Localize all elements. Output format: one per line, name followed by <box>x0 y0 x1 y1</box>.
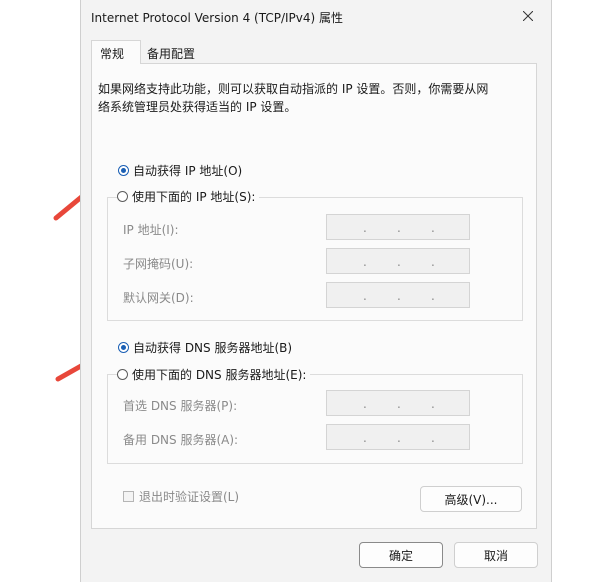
manual-dns-group <box>107 374 523 464</box>
validate-on-exit-label: 退出时验证设置(L) <box>139 490 240 504</box>
alternate-dns-label: 备用 DNS 服务器(A): <box>123 433 239 447</box>
preferred-dns-label: 首选 DNS 服务器(P): <box>123 399 238 413</box>
radio-manual-dns[interactable]: 使用下面的 DNS 服务器地址(E): <box>117 366 311 383</box>
title-bar: Internet Protocol Version 4 (TCP/IPv4) 属… <box>81 0 551 32</box>
radio-auto-dns[interactable]: 自动获得 DNS 服务器地址(B) <box>118 339 292 356</box>
ok-button[interactable]: 确定 <box>359 542 443 568</box>
subnet-mask-label: 子网掩码(U): <box>123 257 194 271</box>
radio-auto-dns-label: 自动获得 DNS 服务器地址(B) <box>133 341 293 355</box>
radio-auto-ip-indicator <box>118 165 129 176</box>
tab-general[interactable]: 常规 <box>91 40 141 64</box>
radio-manual-dns-indicator <box>117 369 128 380</box>
advanced-button[interactable]: 高级(V)... <box>420 486 522 512</box>
radio-manual-ip-indicator <box>117 191 128 202</box>
window-title: Internet Protocol Version 4 (TCP/IPv4) 属… <box>91 11 344 25</box>
close-button[interactable] <box>505 0 551 32</box>
validate-on-exit-checkbox[interactable]: 退出时验证设置(L) <box>123 488 239 505</box>
close-icon <box>523 11 533 21</box>
default-gateway-input[interactable]: ... <box>326 282 470 308</box>
radio-auto-ip-label: 自动获得 IP 地址(O) <box>133 164 243 178</box>
checkbox-box <box>123 491 134 502</box>
properties-dialog: Internet Protocol Version 4 (TCP/IPv4) 属… <box>80 0 552 582</box>
default-gateway-label: 默认网关(D): <box>123 291 194 305</box>
subnet-mask-input[interactable]: ... <box>326 248 470 274</box>
cancel-button[interactable]: 取消 <box>454 542 538 568</box>
tab-alternate-config[interactable]: 备用配置 <box>141 42 203 64</box>
ip-address-label: IP 地址(I): <box>123 223 179 237</box>
radio-auto-dns-indicator <box>118 342 129 353</box>
radio-manual-ip-label: 使用下面的 IP 地址(S): <box>132 190 256 204</box>
preferred-dns-input[interactable]: ... <box>326 390 470 416</box>
radio-manual-ip[interactable]: 使用下面的 IP 地址(S): <box>117 188 260 205</box>
alternate-dns-input[interactable]: ... <box>326 424 470 450</box>
description-text: 如果网络支持此功能，则可以获取自动指派的 IP 设置。否则，你需要从网络系统管理… <box>98 82 489 114</box>
radio-manual-dns-label: 使用下面的 DNS 服务器地址(E): <box>132 368 307 382</box>
radio-auto-ip[interactable]: 自动获得 IP 地址(O) <box>118 162 242 179</box>
ip-address-input[interactable]: ... <box>326 214 470 240</box>
